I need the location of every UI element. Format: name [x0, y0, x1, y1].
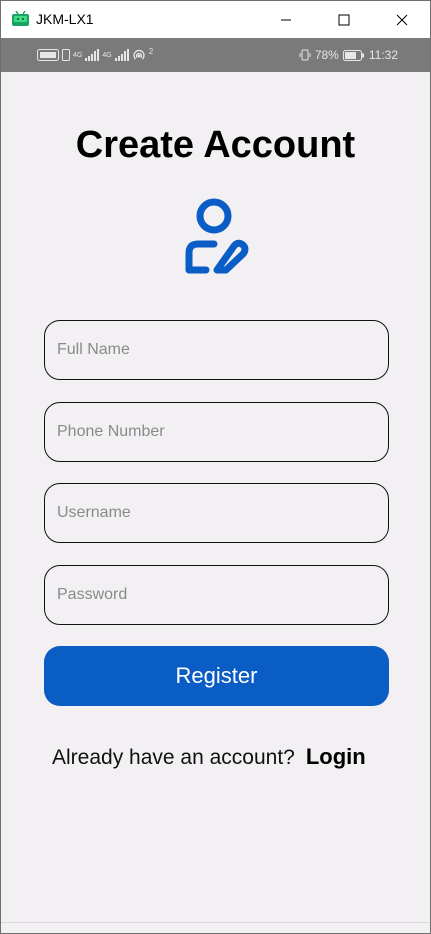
- login-row: Already have an account? Login: [52, 744, 366, 770]
- signal-icon: [114, 49, 129, 61]
- close-button[interactable]: [379, 1, 425, 38]
- password-input[interactable]: [45, 566, 388, 624]
- minimize-button[interactable]: [263, 1, 309, 38]
- phone-number-field[interactable]: [44, 402, 389, 462]
- user-edit-icon: [185, 198, 249, 274]
- emulator-window: JKM-LX1 4G 4G 2 78% 11:32 Create Account…: [0, 0, 431, 934]
- window-titlebar: JKM-LX1: [1, 1, 430, 38]
- status-time: 11:32: [368, 48, 398, 62]
- maximize-icon: [338, 14, 350, 25]
- sim-icon: [62, 49, 70, 61]
- full-name-input[interactable]: [45, 321, 388, 379]
- network-type-2: 4G: [102, 51, 112, 59]
- phone-number-input[interactable]: [45, 403, 388, 461]
- login-link[interactable]: Login: [306, 744, 366, 770]
- page-title: Create Account: [75, 124, 356, 166]
- window-title: JKM-LX1: [36, 11, 94, 27]
- register-button[interactable]: Register: [44, 646, 389, 706]
- minimize-icon: [281, 19, 291, 20]
- vibrate-icon: [299, 49, 311, 61]
- status-right: 78% 11:32: [299, 47, 398, 63]
- battery-percent: 78%: [314, 48, 339, 62]
- volte-icon: [37, 49, 59, 61]
- status-bar: 4G 4G 2 78% 11:32: [1, 38, 430, 72]
- status-left: 4G 4G 2: [37, 47, 153, 63]
- hotspot-icon: [133, 49, 145, 60]
- full-name-field[interactable]: [44, 320, 389, 380]
- network-type-1: 4G: [73, 51, 83, 59]
- hotspot-count: 2: [148, 47, 154, 56]
- username-field[interactable]: [44, 483, 389, 543]
- register-screen: Create Account Register Already have an …: [1, 72, 430, 922]
- login-prompt: Already have an account?: [52, 746, 295, 769]
- username-input[interactable]: [45, 484, 388, 542]
- signal-icon: [85, 49, 100, 61]
- android-app-icon: [12, 11, 29, 26]
- battery-icon: [342, 49, 364, 61]
- bottom-divider: [1, 922, 430, 923]
- close-icon: [396, 14, 408, 25]
- maximize-button[interactable]: [321, 1, 367, 38]
- password-field[interactable]: [44, 565, 389, 625]
